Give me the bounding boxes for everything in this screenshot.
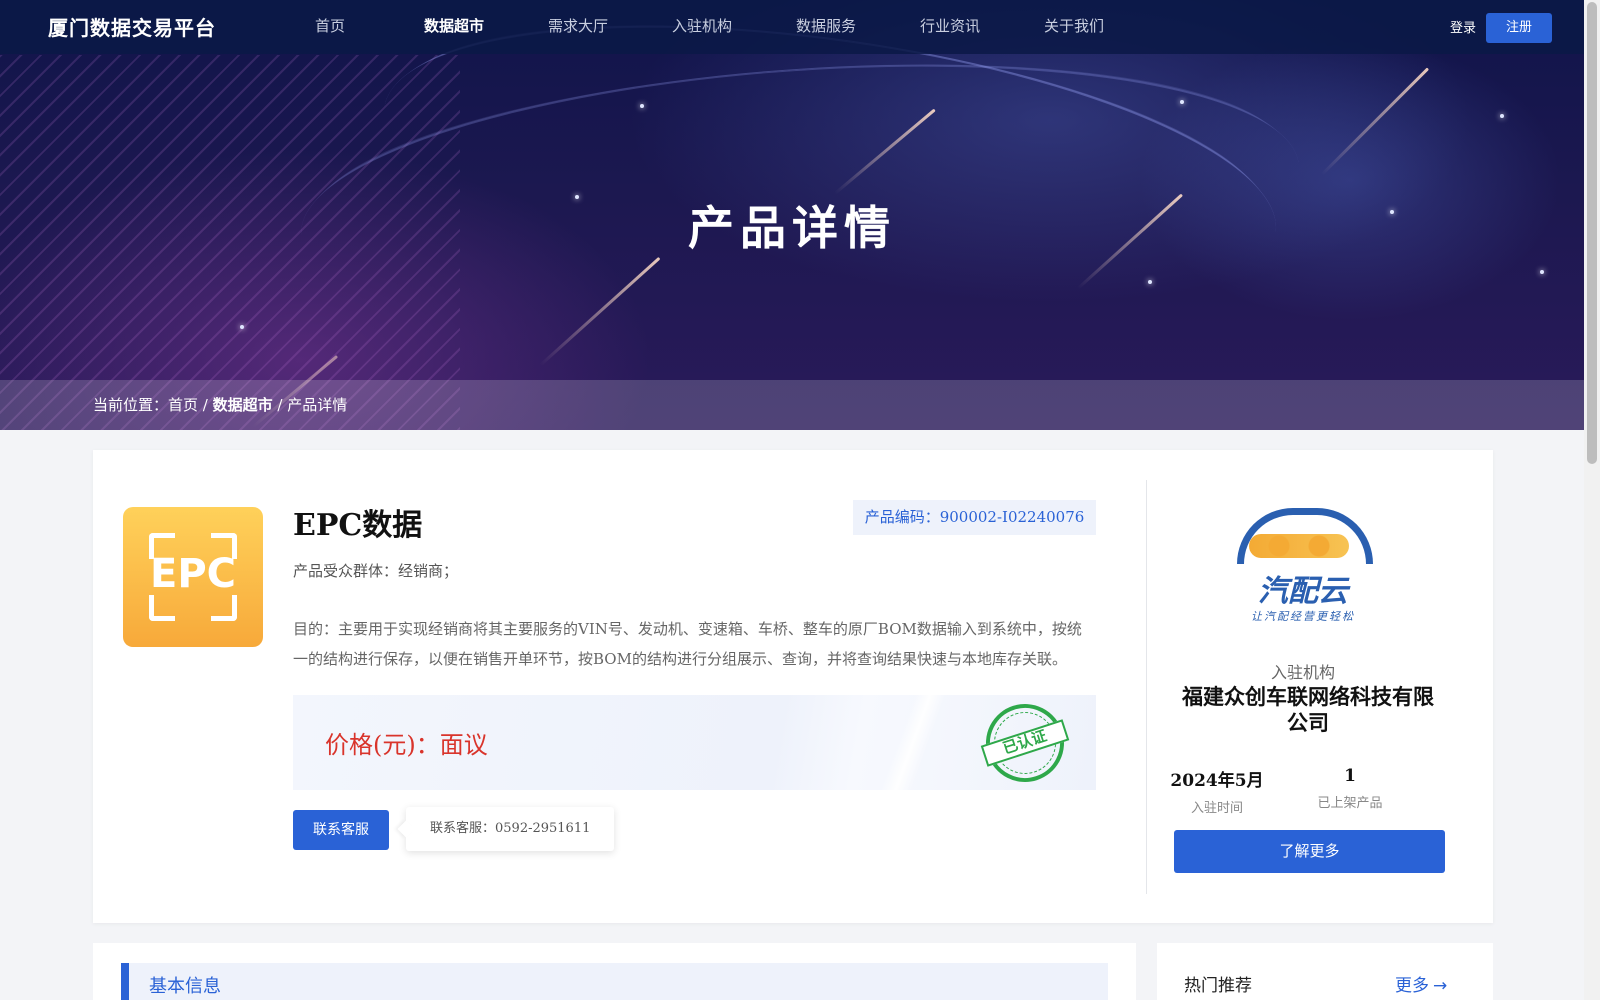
- star: [1500, 114, 1504, 118]
- site-logo[interactable]: 厦门数据交易平台: [48, 12, 216, 41]
- price-box-shine: [853, 695, 973, 790]
- org-caption: 入驻机构: [1270, 663, 1335, 682]
- nav-demand-hall[interactable]: 需求大厅: [516, 0, 640, 54]
- product-card: EPC EPC数据 产品编码：900002-I02240076 产品受众群体：经…: [93, 450, 1493, 923]
- page-scrollbar[interactable]: [1584, 0, 1600, 1000]
- main-nav: 首页 数据超市 需求大厅 入驻机构 数据服务 行业资讯 关于我们: [268, 0, 1136, 54]
- cloud-swirl-icon: [1249, 534, 1349, 558]
- star: [1540, 270, 1544, 274]
- nav-data-services[interactable]: 数据服务: [764, 0, 888, 54]
- join-date-label: 入驻时间: [1190, 801, 1243, 816]
- arrow-right-icon: →: [1433, 976, 1448, 996]
- vertical-divider: [1146, 480, 1147, 894]
- join-date-stat: 2024年5月 入驻时间: [1157, 766, 1277, 816]
- org-logo-slogan: 让汽配经营更轻松: [1251, 610, 1355, 623]
- star: [240, 325, 244, 329]
- register-button[interactable]: 注册: [1486, 13, 1552, 43]
- bracket-corner: [211, 595, 237, 621]
- product-purpose: 目的：主要用于实现经销商将其主要服务的VIN号、发动机、变速箱、车桥、整车的原厂…: [293, 620, 1082, 668]
- breadcrumb-separator: /: [272, 396, 288, 414]
- certified-stamp-icon: 已认证: [975, 693, 1075, 793]
- product-code-tag: 产品编码：900002-I02240076: [853, 500, 1096, 535]
- products-count-label: 已上架产品: [1317, 796, 1383, 811]
- scrollbar-thumb[interactable]: [1587, 2, 1597, 464]
- nav-data-market[interactable]: 数据超市: [392, 0, 516, 54]
- org-logo-brand: 汽配云: [1258, 574, 1348, 609]
- basic-info-title: 基本信息: [149, 976, 221, 997]
- nav-home[interactable]: 首页: [268, 0, 392, 54]
- product-price: 价格(元)：面议: [325, 731, 488, 759]
- nav-industry-news[interactable]: 行业资讯: [888, 0, 1012, 54]
- hot-recommend-panel: 热门推荐 更多 →: [1157, 943, 1493, 1000]
- breadcrumb-separator: /: [198, 396, 213, 414]
- product-audience: 产品受众群体：经销商；: [293, 562, 459, 580]
- contact-phone-popup: 联系客服：0592-2951611: [406, 807, 614, 851]
- product-icon-text: EPC: [150, 551, 236, 597]
- star: [640, 104, 644, 108]
- breadcrumb-bar: 当前位置：首页 / 数据超市 / 产品详情: [0, 380, 1584, 430]
- hot-more-link[interactable]: 更多 →: [1395, 971, 1447, 996]
- page-title: 产品详情: [688, 201, 896, 255]
- breadcrumb-current: 产品详情: [287, 396, 348, 414]
- epc-product-icon: EPC: [123, 507, 263, 647]
- join-date-value: 2024年5月: [1170, 771, 1264, 791]
- nav-about-us[interactable]: 关于我们: [1012, 0, 1136, 54]
- basic-info-header: 基本信息: [121, 963, 1108, 1000]
- learn-more-button[interactable]: 了解更多: [1174, 830, 1445, 873]
- breadcrumb-prefix: 当前位置：: [93, 396, 169, 414]
- star: [1148, 280, 1152, 284]
- breadcrumb-home[interactable]: 首页: [168, 396, 198, 414]
- top-navbar: 厦门数据交易平台 首页 数据超市 需求大厅 入驻机构 数据服务 行业资讯 关于我…: [0, 0, 1584, 54]
- breadcrumb-category[interactable]: 数据超市: [213, 396, 273, 414]
- org-logo[interactable]: 汽配云 让汽配经营更轻松: [1233, 500, 1373, 635]
- hot-recommend-title: 热门推荐: [1184, 976, 1252, 996]
- breadcrumb: 当前位置：首页 / 数据超市 / 产品详情: [93, 394, 347, 415]
- products-count-value: 1: [1344, 766, 1356, 786]
- nav-institutions[interactable]: 入驻机构: [640, 0, 764, 54]
- basic-info-panel: 基本信息: [93, 943, 1136, 1000]
- bracket-corner: [149, 595, 175, 621]
- star: [1180, 100, 1184, 104]
- org-name: 福建众创车联网络科技有限公司: [1182, 684, 1434, 735]
- price-box: 价格(元)：面议 已认证: [293, 693, 1096, 793]
- contact-service-button[interactable]: 联系客服: [293, 810, 389, 850]
- login-link[interactable]: 登录: [1450, 17, 1476, 36]
- meteor-streak: [1320, 67, 1430, 176]
- products-count-stat: 1 已上架产品: [1290, 766, 1410, 811]
- hot-more-label: 更多: [1395, 976, 1429, 996]
- product-title: EPC数据: [293, 508, 423, 543]
